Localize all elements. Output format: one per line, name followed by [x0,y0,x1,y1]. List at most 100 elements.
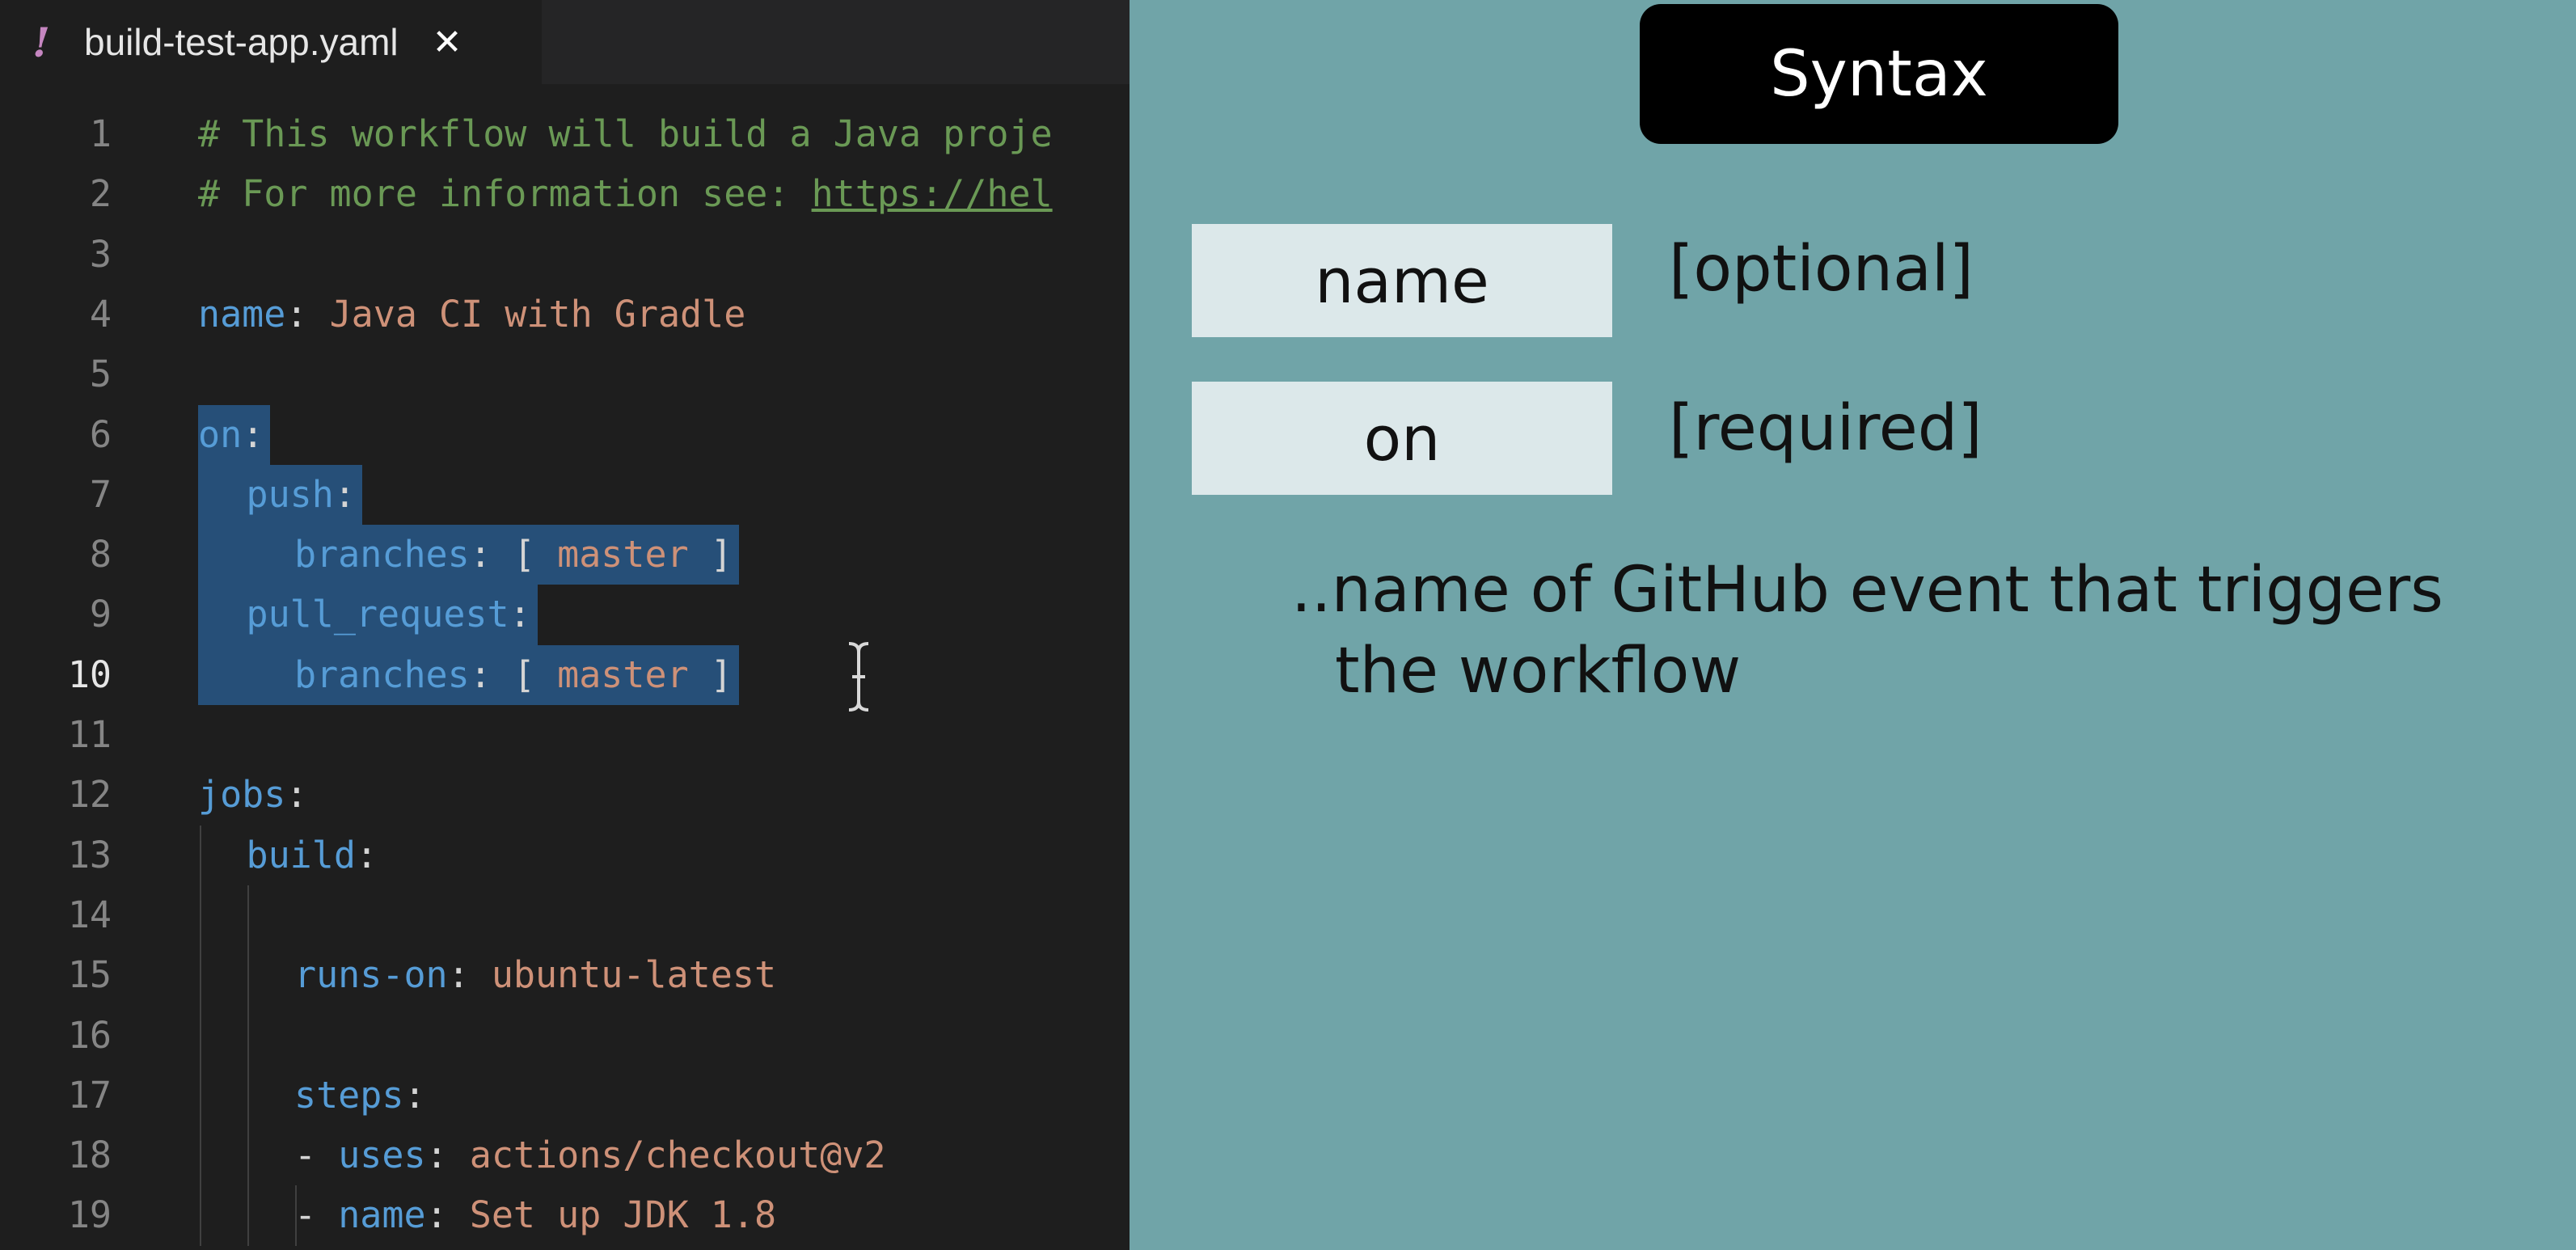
code-line[interactable]: 6 on: [0,404,1130,465]
code-token: build [246,833,356,876]
code-token: master [557,652,689,696]
indent-guide [247,885,249,1246]
code-token: ] [688,533,733,576]
line-number: 1 [89,112,112,155]
line-number: 16 [67,1013,112,1057]
code-line[interactable]: 9 pull_request: [0,585,1130,645]
code-token: on [198,412,243,456]
line-number: 15 [67,953,112,997]
close-icon[interactable]: ✕ [433,22,462,63]
line-number: 13 [67,833,112,876]
code-text: # For more information see: https://hel [198,164,1053,224]
code-token: jobs [198,773,286,817]
code-line[interactable]: 14 [0,885,1130,945]
code-token: : [425,1134,470,1177]
code-line[interactable]: 11 [0,705,1130,765]
code-token: name [338,1193,426,1237]
line-number: 17 [67,1073,112,1117]
code-text: steps: [294,1066,426,1125]
code-line[interactable]: 12 jobs: [0,765,1130,825]
line-number: 12 [67,773,112,817]
code-token: : [403,1073,426,1117]
code-line[interactable]: 1 # This workflow will build a Java proje [0,104,1130,164]
code-line[interactable]: 17 steps: [0,1066,1130,1125]
code-text: runs-on: ubuntu-latest [294,945,776,1005]
file-tab-title: build-test-app.yaml [84,21,399,63]
description-line-2: the workflow [1335,635,1742,707]
code-token: : [333,472,356,516]
line-number: 3 [89,232,112,276]
file-tab[interactable]: ! build-test-app.yaml ✕ [0,0,542,84]
code-token: # For more information see: [198,172,812,216]
keyword-note-required: [required] [1669,392,1983,465]
description-line-1: ..name of GitHub event that triggers [1291,554,2443,627]
code-token: steps [294,1073,404,1117]
code-text: - name: Set up JDK 1.8 [294,1185,776,1245]
keyword-note-optional: [optional] [1669,233,1974,306]
code-text: branches: [ master ] [294,645,733,705]
line-number: 14 [67,893,112,936]
code-token: : [242,412,264,456]
code-token: push [246,472,334,516]
line-number: 7 [89,472,112,516]
code-token: # This workflow will build a Java proje [198,112,1053,155]
code-token: - [294,1134,339,1177]
code-text: pull_request: [247,585,531,644]
code-token: runs-on [294,953,448,997]
code-line[interactable]: 10 branches: [ master ] [0,644,1130,705]
code-token: : [447,953,492,997]
code-text: branches: [ master ] [294,525,733,585]
code-token: - [294,1193,339,1237]
code-area[interactable]: 1 # This workflow will build a Java proje… [0,84,1130,1250]
code-text: push: [247,465,356,525]
code-token: : [ [469,533,558,576]
yaml-file-icon: ! [32,18,50,66]
line-number: 9 [89,593,112,636]
code-line[interactable]: 18 - uses: actions/checkout@v2 [0,1125,1130,1185]
code-token: ] [688,652,733,696]
code-line[interactable]: 7 push: [0,464,1130,526]
code-token: uses [338,1134,426,1177]
line-number: 10 [67,652,112,696]
indent-guide [200,825,201,1246]
code-text: name: Java CI with Gradle [198,285,745,344]
code-token: name [198,292,286,336]
text-cursor-icon [848,642,869,712]
code-token: pull_request [246,593,509,636]
code-token: : [285,292,330,336]
code-token: : [425,1193,470,1237]
code-token: https://hel [811,172,1053,216]
code-token: actions/checkout@v2 [469,1134,886,1177]
keyword-description: ..name of GitHub event that triggers the… [1291,550,2504,712]
code-line[interactable]: 5 [0,344,1130,404]
code-token: : [ [469,652,558,696]
code-token: : [285,773,308,817]
editor-tab-bar: ! build-test-app.yaml ✕ [0,0,1130,84]
line-number: 19 [67,1193,112,1237]
line-number: 5 [89,353,112,396]
code-line[interactable]: 8 branches: [ master ] [0,525,1130,585]
keyword-box-name: name [1192,224,1612,337]
code-token: ubuntu-latest [491,953,777,997]
keyword-box-on: on [1192,382,1612,495]
code-line[interactable]: 2 # For more information see: https://hel [0,164,1130,224]
code-editor[interactable]: ! build-test-app.yaml ✕ 1 # This workflow… [0,0,1130,1250]
syntax-heading: Syntax [1640,4,2118,144]
code-line[interactable]: 16 [0,1006,1130,1066]
code-line[interactable]: 15 runs-on: ubuntu-latest [0,945,1130,1005]
code-token: master [557,533,689,576]
code-text: # This workflow will build a Java proje [198,104,1053,164]
code-token: branches [294,533,470,576]
line-number: 11 [67,713,112,756]
line-number: 8 [89,533,112,576]
code-line[interactable]: 4 name: Java CI with Gradle [0,285,1130,344]
code-line[interactable]: 3 [0,225,1130,285]
code-line[interactable]: 19 - name: Set up JDK 1.8 [0,1185,1130,1245]
indent-guide [295,1185,297,1246]
code-line[interactable]: 13 build: [0,826,1130,885]
code-token: Java CI with Gradle [329,292,746,336]
code-text: build: [247,826,378,885]
line-number: 18 [67,1134,112,1177]
syntax-slide-panel: Syntax name [optional] on [required] ..n… [1130,0,2576,1250]
line-number: 2 [89,172,112,216]
